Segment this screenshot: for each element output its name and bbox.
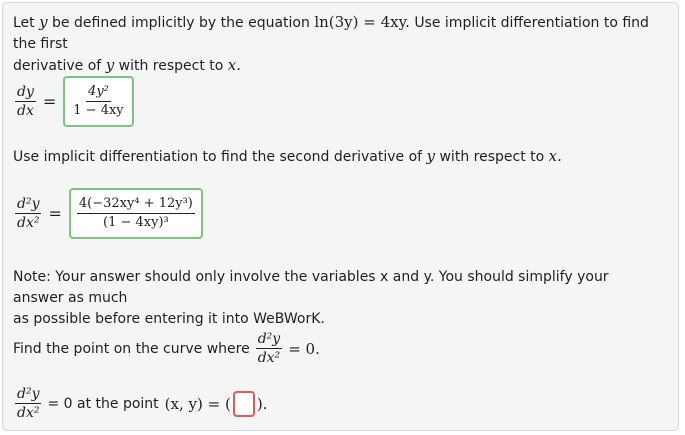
dy-dx-label: dy dx bbox=[15, 84, 36, 119]
second-derivative-prompt: Use implicit differentiation to find the… bbox=[13, 147, 562, 165]
first-derivative-row: dy dx = 4y² 1 − 4xy bbox=[15, 76, 134, 127]
first-derivative-answer[interactable]: 4y² 1 − 4xy bbox=[63, 76, 134, 127]
intro-text: derivative of bbox=[13, 58, 102, 74]
intro-text: be defined implicitly by the equation bbox=[52, 15, 310, 31]
var-x: x. bbox=[227, 56, 242, 74]
note-text: Note: Your answer should only involve th… bbox=[13, 269, 609, 327]
d2y-dx2-label: d²y dx² bbox=[15, 386, 42, 421]
problem-statement: Let y be defined implicitly by the equat… bbox=[13, 12, 663, 77]
intro-text: Let bbox=[13, 15, 35, 31]
second-derivative-row: d²y dx² = 4(−32xy⁴ + 12y³) (1 − 4xy)³ bbox=[15, 188, 203, 239]
var-y: y bbox=[39, 13, 48, 31]
intro-text: with respect to bbox=[118, 58, 224, 74]
equation: ln(3y) = 4xy. bbox=[314, 13, 410, 31]
second-derivative-answer[interactable]: 4(−32xy⁴ + 12y³) (1 − 4xy)³ bbox=[68, 188, 203, 239]
point-answer-input[interactable] bbox=[232, 390, 255, 417]
d2y-dx2-label: d²y dx² bbox=[255, 331, 283, 366]
var-y: y bbox=[105, 56, 115, 74]
equals-sign: = bbox=[48, 204, 62, 223]
d2y-dx2-label: d²y dx² bbox=[15, 196, 42, 231]
equals-sign: = bbox=[42, 92, 57, 111]
find-point-prompt: Find the point on the curve where d²y dx… bbox=[13, 331, 320, 366]
point-answer-row: d²y dx² = 0 at the point (x, y) = ( ). bbox=[15, 386, 268, 421]
